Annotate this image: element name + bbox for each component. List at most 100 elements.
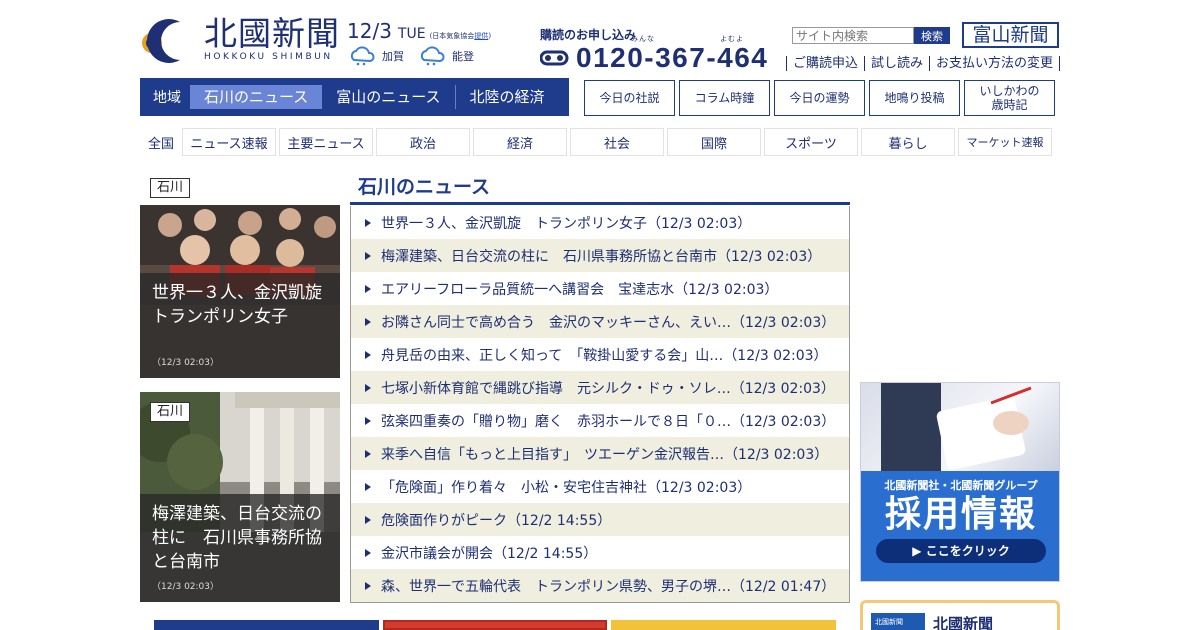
news-item-title: 梅澤建築、日台交流の柱に 石川県事務所協と台南市（12/3 02:03） xyxy=(381,248,822,265)
weather-noto-label: 能登 xyxy=(452,50,474,63)
subscribe-phone[interactable]: 0120-367-464 xyxy=(540,42,768,74)
news-item[interactable]: エアリーフローラ品質統一へ講習会 宝達志水（12/3 02:03） xyxy=(351,272,849,305)
news-item[interactable]: お隣さん同士で高め合う 金沢のマッキーさん、えい…（12/3 02:03） xyxy=(351,305,849,338)
subscribe-apply-link[interactable]: ご購読申込 xyxy=(786,56,864,71)
genre-politics[interactable]: 政治 xyxy=(376,128,470,156)
arrow-right-icon xyxy=(365,218,371,227)
horoscope-button[interactable]: 今日の運勢 xyxy=(774,80,865,116)
site-search: 検索 xyxy=(792,27,950,44)
genre-living[interactable]: 暮らし xyxy=(861,128,955,156)
news-item-title: エアリーフローラ品質統一へ講習会 宝達志水（12/3 02:03） xyxy=(381,281,779,298)
column-jisho-button[interactable]: コラム時鐘 xyxy=(679,80,770,116)
weather-kaga-label: 加賀 xyxy=(382,50,404,63)
news-item[interactable]: 舟見岳の由来、正しく知って 「鞍掛山愛する会」山…（12/3 02:03） xyxy=(351,338,849,371)
editorial-button[interactable]: 今日の社説 xyxy=(584,80,675,116)
site-logo[interactable]: 北國新聞 HOKKOKU SHIMBUN xyxy=(140,16,340,68)
feature-time: （12/3 02:03） xyxy=(152,582,220,592)
feature-time: （12/3 02:03） xyxy=(152,358,220,368)
arrow-right-icon xyxy=(365,317,371,326)
genre-sports[interactable]: スポーツ xyxy=(764,128,858,156)
seasonal-calendar-button[interactable]: いしかわの 歳時記 xyxy=(964,80,1055,116)
recruit-ad[interactable]: 北國新聞社・北國新聞グループ 採用情報 ▶ ここをクリック xyxy=(860,382,1060,582)
tab-toyama-news[interactable]: 富山のニュース xyxy=(322,85,454,109)
arrow-right-icon xyxy=(365,416,371,425)
feature-title: 梅澤建築、日台交流の柱に 石川県事務所協と台南市 xyxy=(152,504,322,572)
genre-nav-label: 全国 xyxy=(147,136,174,152)
logo-mark-icon xyxy=(140,16,198,64)
weather-credit-link[interactable]: 提供 xyxy=(474,32,488,40)
banner-ad[interactable] xyxy=(154,620,379,630)
weather-kaga[interactable]: 加賀 xyxy=(348,46,404,66)
section-rule xyxy=(350,202,850,205)
newspaper-ad-thumb: 北國新聞 xyxy=(871,613,925,630)
rain-cloud-icon xyxy=(420,46,445,66)
news-item-title: 金沢市議会が開会（12/2 14:55） xyxy=(381,545,598,562)
arrow-right-icon xyxy=(365,251,371,260)
news-item[interactable]: 来季へ自信「もっと上目指す」 ツエーゲン金沢報告…（12/3 02:03） xyxy=(351,437,849,470)
arrow-right-icon xyxy=(365,482,371,491)
free-dial-icon xyxy=(540,50,569,66)
section-title: 石川のニュース xyxy=(358,176,491,198)
logo-name: 北國新聞 xyxy=(204,14,340,53)
news-item[interactable]: 金沢市議会が開会（12/2 14:55） xyxy=(351,536,849,569)
news-item[interactable]: 梅澤建築、日台交流の柱に 石川県事務所協と台南市（12/3 02:03） xyxy=(351,239,849,272)
genre-society[interactable]: 社会 xyxy=(570,128,664,156)
newspaper-ad-title: 北國新聞 xyxy=(933,615,994,630)
genre-nav: 全国 ニュース速報 主要ニュース 政治 経済 社会 国際 スポーツ 暮らし マー… xyxy=(140,128,1055,156)
rain-cloud-icon xyxy=(350,46,375,66)
banner-ad[interactable] xyxy=(383,620,607,630)
phone-number: 0120-367-464 xyxy=(576,42,769,73)
feature-tag: 石川 xyxy=(150,402,191,422)
feature-tag: 石川 xyxy=(150,178,191,198)
news-item[interactable]: 世界一３人、金沢凱旋 トランポリン女子（12/3 02:03） xyxy=(351,206,849,239)
news-item-title: 危険面作りがピーク（12/2 14:55） xyxy=(381,512,612,529)
news-item[interactable]: 危険面作りがピーク（12/2 14:55） xyxy=(351,503,849,536)
genre-international[interactable]: 国際 xyxy=(667,128,761,156)
reader-posts-button[interactable]: 地鳴り投稿 xyxy=(869,80,960,116)
arrow-right-icon xyxy=(365,350,371,359)
news-list: 世界一３人、金沢凱旋 トランポリン女子（12/3 02:03） 梅澤建築、日台交… xyxy=(350,206,850,603)
genre-breaking-news[interactable]: ニュース速報 xyxy=(182,128,276,156)
weather-credit: (日本気象協会提供) xyxy=(429,32,492,40)
trial-read-link[interactable]: 試し読み xyxy=(864,56,929,71)
recruit-ad-sub: 北國新聞社・北國新聞グループ xyxy=(884,479,1038,492)
news-item[interactable]: 「危険面」作り着々 小松・安宅住吉神社（12/3 02:03） xyxy=(351,470,849,503)
arrow-right-icon xyxy=(365,383,371,392)
weather-noto[interactable]: 能登 xyxy=(418,46,474,66)
arrow-right-icon xyxy=(365,449,371,458)
search-button[interactable]: 検索 xyxy=(914,27,950,44)
tab-ishikawa-news[interactable]: 石川のニュース xyxy=(190,85,323,109)
date-weekday: TUE xyxy=(397,26,426,42)
news-item-title: 「危険面」作り着々 小松・安宅住吉神社（12/3 02:03） xyxy=(381,479,752,496)
subscribe-label: 購読のお申し込み xyxy=(540,28,637,42)
search-input[interactable] xyxy=(792,27,914,44)
toyama-shimbun-link[interactable]: 富山新聞 xyxy=(962,22,1059,48)
column-nav: 今日の社説 コラム時鐘 今日の運勢 地鳴り投稿 いしかわの 歳時記 xyxy=(584,80,1059,116)
news-item-title: 世界一３人、金沢凱旋 トランポリン女子（12/3 02:03） xyxy=(381,215,752,232)
recruit-ad-title: 採用情報 xyxy=(884,494,1037,535)
genre-market-news[interactable]: マーケット速報 xyxy=(958,128,1052,156)
newspaper-ad[interactable]: 北國新聞 北國新聞 xyxy=(860,600,1060,630)
tab-hokuriku-economy[interactable]: 北陸の経済 xyxy=(454,85,559,109)
recruit-ad-body: 北國新聞社・北國新聞グループ 採用情報 ▶ ここをクリック xyxy=(861,471,1059,581)
recruit-click-button[interactable]: ▶ ここをクリック xyxy=(876,539,1046,563)
news-item-title: 来季へ自信「もっと上目指す」 ツエーゲン金沢報告…（12/3 02:03） xyxy=(381,446,829,463)
news-item-title: 森、世界一で五輪代表 トランポリン県勢、男子の堺…（12/2 01:47） xyxy=(381,578,836,595)
payment-change-link[interactable]: お支払い方法の変更 xyxy=(929,56,1061,71)
feature-card[interactable]: 世界一３人、金沢凱旋 トランポリン女子 （12/3 02:03） xyxy=(140,205,340,378)
feature-title: 世界一３人、金沢凱旋 トランポリン女子 xyxy=(152,283,339,327)
region-nav-label: 地域 xyxy=(153,90,181,106)
recruit-ad-photo xyxy=(861,383,1059,471)
banner-ad[interactable] xyxy=(611,620,836,630)
feature-card[interactable]: 梅澤建築、日台交流の柱に 石川県事務所協と台南市 （12/3 02:03） xyxy=(140,392,340,602)
genre-top-news[interactable]: 主要ニュース xyxy=(279,128,373,156)
news-item[interactable]: 弦楽四重奏の「贈り物」磨く 赤羽ホールで８日「０…（12/3 02:03） xyxy=(351,404,849,437)
genre-economy[interactable]: 経済 xyxy=(473,128,567,156)
arrow-right-icon xyxy=(365,515,371,524)
news-item-title: 七塚小新体育館で縄跳び指導 元シルク・ドゥ・ソレ…（12/3 02:03） xyxy=(381,380,835,397)
news-item-title: 弦楽四重奏の「贈り物」磨く 赤羽ホールで８日「０…（12/3 02:03） xyxy=(381,413,836,430)
news-item[interactable]: 七塚小新体育館で縄跳び指導 元シルク・ドゥ・ソレ…（12/3 02:03） xyxy=(351,371,849,404)
logo-roman: HOKKOKU SHIMBUN xyxy=(204,52,333,62)
news-item[interactable]: 森、世界一で五輪代表 トランポリン県勢、男子の堺…（12/2 01:47） xyxy=(351,569,849,602)
arrow-right-icon xyxy=(365,581,371,590)
